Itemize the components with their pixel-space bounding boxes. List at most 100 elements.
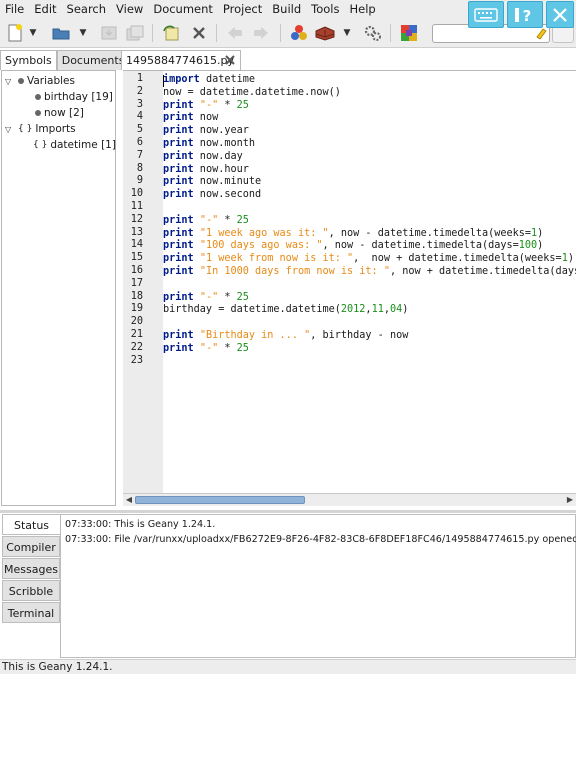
- code-line[interactable]: print "100 days ago was: ", now - dateti…: [163, 240, 576, 253]
- tab-file[interactable]: 1495884774615.py: [121, 50, 241, 70]
- tab-symbols[interactable]: Symbols: [0, 50, 57, 70]
- back-button[interactable]: [224, 22, 246, 44]
- code-line-text: print "1 week from now is it: ", now + d…: [163, 253, 574, 266]
- tab-terminal[interactable]: Terminal: [2, 602, 60, 623]
- code-line[interactable]: print "-" * 25: [163, 215, 576, 228]
- execute-button[interactable]: [362, 22, 384, 44]
- expand-toggle-icon[interactable]: ▽: [5, 125, 15, 134]
- menu-build[interactable]: Build: [267, 0, 306, 18]
- tab-messages[interactable]: Messages: [2, 558, 60, 579]
- scrollbar-thumb[interactable]: [135, 496, 305, 504]
- code-line[interactable]: [163, 202, 576, 215]
- code-token: , now + datetime.timedelta(weeks=: [353, 253, 562, 265]
- code-line[interactable]: print "-" * 25: [163, 292, 576, 305]
- code-line[interactable]: [163, 279, 576, 292]
- forward-button[interactable]: [250, 22, 272, 44]
- build-button[interactable]: [314, 22, 336, 44]
- code-line[interactable]: [163, 317, 576, 330]
- code-editor[interactable]: 1 2 3 4 5 6 7 8 9 10 11 12 13 14 15 16 17 18 19 20 21 22 23 im…: [123, 70, 576, 493]
- menu-view[interactable]: View: [111, 0, 148, 18]
- code-line[interactable]: print now.year: [163, 125, 576, 138]
- code-line[interactable]: print "-" * 25: [163, 100, 576, 113]
- code-line-text: print "1 week ago was it: ", now - datet…: [163, 228, 543, 241]
- scroll-right-icon[interactable]: ▶: [565, 495, 575, 505]
- tree-item-now[interactable]: now [2]: [35, 107, 84, 119]
- code-line[interactable]: print now.hour: [163, 164, 576, 177]
- code-line-text: import datetime: [163, 74, 255, 87]
- symbols-tree: ▽ Variables birthday [19] now [2] ▽ { } …: [1, 70, 116, 506]
- line-number: 12: [130, 213, 143, 225]
- keyboard-icon: [474, 7, 498, 22]
- tab-documents[interactable]: Documents: [56, 50, 130, 70]
- number-token: 25: [236, 291, 249, 303]
- chevron-down-icon: ▼: [79, 28, 87, 38]
- code-line[interactable]: print now: [163, 112, 576, 125]
- code-line[interactable]: print now.month: [163, 138, 576, 151]
- tab-scribble[interactable]: Scribble: [2, 580, 60, 601]
- tree-group-imports[interactable]: ▽ { } Imports: [5, 123, 76, 135]
- code-line[interactable]: import datetime: [163, 74, 576, 87]
- menu-project[interactable]: Project: [218, 0, 267, 18]
- compile-button[interactable]: [288, 22, 310, 44]
- menu-edit[interactable]: Edit: [29, 0, 61, 18]
- tree-item-birthday[interactable]: birthday [19]: [35, 91, 113, 103]
- code-line-text: birthday = datetime.datetime(2012,11,04): [163, 304, 408, 317]
- revert-button[interactable]: [160, 22, 182, 44]
- line-number: 8: [136, 162, 143, 174]
- code-line-text: print "-" * 25: [163, 100, 249, 113]
- menu-document[interactable]: Document: [148, 0, 218, 18]
- expand-toggle-icon[interactable]: ▽: [5, 77, 15, 86]
- open-file-dropdown[interactable]: ▼: [76, 22, 90, 44]
- code-token: now = datetime.datetime.now(): [163, 86, 341, 98]
- code-line[interactable]: [163, 356, 576, 369]
- pane-divider[interactable]: [0, 510, 576, 513]
- tab-status[interactable]: Status: [2, 514, 60, 535]
- tree-group-variables[interactable]: ▽ Variables: [5, 75, 75, 87]
- code-line[interactable]: now = datetime.datetime.now(): [163, 87, 576, 100]
- keyword-token: print: [163, 266, 194, 277]
- close-overlay-button[interactable]: [546, 1, 574, 28]
- string-token: "1 week ago was it: ": [199, 227, 329, 239]
- code-line-text: print now: [163, 112, 218, 125]
- line-number: 17: [130, 277, 143, 289]
- menu-search[interactable]: Search: [62, 0, 112, 18]
- tab-compiler[interactable]: Compiler: [2, 536, 60, 557]
- code-token: ): [402, 304, 409, 316]
- scroll-left-icon[interactable]: ◀: [124, 495, 134, 505]
- code-line[interactable]: print now.minute: [163, 176, 576, 189]
- status-log: 07:33:00: This is Geany 1.24.1. 07:33:00…: [60, 514, 576, 658]
- code-line[interactable]: print "1 week ago was it: ", now - datet…: [163, 228, 576, 241]
- code-line[interactable]: print now.second: [163, 189, 576, 202]
- open-file-button[interactable]: [50, 22, 72, 44]
- code-line[interactable]: print "-" * 25: [163, 343, 576, 356]
- tree-item-datetime[interactable]: { } datetime [1]: [33, 139, 116, 151]
- code-line[interactable]: print "Birthday in ... ", birthday - now: [163, 330, 576, 343]
- keyword-token: print: [163, 330, 194, 341]
- forward-arrow-icon: [254, 27, 268, 39]
- code-token: *: [218, 99, 237, 111]
- color-chooser-button[interactable]: [398, 22, 420, 44]
- text-caret: [163, 75, 164, 87]
- new-file-dropdown[interactable]: ▼: [26, 22, 40, 44]
- close-file-button[interactable]: [188, 22, 210, 44]
- keyboard-button[interactable]: [468, 1, 504, 28]
- horizontal-scrollbar[interactable]: ◀ ▶: [123, 493, 576, 506]
- code-line[interactable]: print "In 1000 days from now is it: ", n…: [163, 266, 576, 279]
- tree-item-label: datetime [1]: [50, 139, 116, 151]
- new-file-button[interactable]: [4, 22, 26, 44]
- code-line[interactable]: print "1 week from now is it: ", now + d…: [163, 253, 576, 266]
- menu-tools[interactable]: Tools: [306, 0, 344, 18]
- code-area[interactable]: import datetime now = datetime.datetime.n…: [163, 72, 576, 493]
- code-line[interactable]: birthday = datetime.datetime(2012,11,04): [163, 304, 576, 317]
- build-dropdown[interactable]: ▼: [340, 22, 354, 44]
- help-button[interactable]: ?: [507, 1, 543, 28]
- keyword-token: print: [163, 99, 194, 111]
- close-tab-icon[interactable]: [224, 54, 236, 66]
- code-line[interactable]: print now.day: [163, 151, 576, 164]
- menu-file[interactable]: File: [0, 0, 29, 18]
- menu-help[interactable]: Help: [345, 0, 381, 18]
- save-button[interactable]: [98, 22, 120, 44]
- string-token: "1 week from now is it: ": [199, 253, 354, 265]
- save-all-button[interactable]: [124, 22, 146, 44]
- toolbar-separator: [152, 24, 153, 42]
